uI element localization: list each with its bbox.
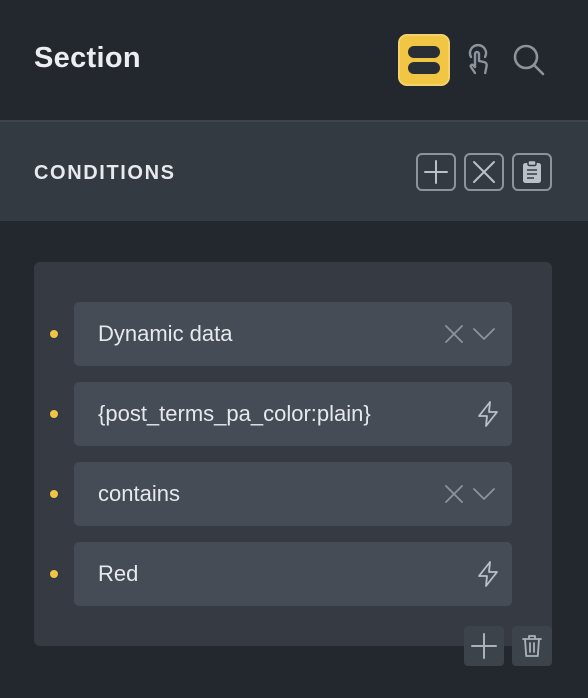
chevron-down-icon[interactable] <box>472 482 496 506</box>
condition-key-select[interactable]: Dynamic data <box>74 302 512 366</box>
paste-conditions-button[interactable] <box>512 153 552 191</box>
compare-value-input[interactable]: Red <box>74 542 512 606</box>
clear-icon[interactable] <box>442 322 466 346</box>
compare-value: Red <box>98 561 139 586</box>
clear-conditions-button[interactable] <box>464 153 504 191</box>
bullet-dot <box>50 330 58 338</box>
condition-row: contains <box>34 462 552 526</box>
delete-group-button[interactable] <box>512 626 552 666</box>
condition-row: {post_terms_pa_color:plain} <box>34 382 552 446</box>
pointer-hand-icon <box>468 44 488 75</box>
condition-row: Red <box>34 542 552 606</box>
bullet-dot <box>50 490 58 498</box>
clear-icon[interactable] <box>442 482 466 506</box>
search-button[interactable] <box>503 34 555 86</box>
condition-group: Dynamic data {post_terms_pa_color:plain}… <box>34 262 552 646</box>
add-condition-row-button[interactable] <box>464 626 504 666</box>
lightning-bolt-icon[interactable] <box>476 401 500 427</box>
stacked-layout-icon <box>408 46 440 74</box>
bullet-dot <box>50 410 58 418</box>
conditions-title: CONDITIONS <box>34 162 176 184</box>
chevron-down-icon[interactable] <box>472 322 496 346</box>
lightning-bolt-icon[interactable] <box>476 561 500 587</box>
dynamic-data-input[interactable]: {post_terms_pa_color:plain} <box>74 382 512 446</box>
x-icon <box>473 161 495 183</box>
condition-key-value: Dynamic data <box>98 321 233 346</box>
condition-row: Dynamic data <box>34 302 552 366</box>
plus-icon <box>424 160 448 184</box>
pointer-button[interactable] <box>452 34 504 86</box>
add-condition-button[interactable] <box>416 153 456 191</box>
search-icon <box>513 44 545 76</box>
panel-title: Section <box>34 42 141 74</box>
bullet-dot <box>50 570 58 578</box>
plus-icon <box>471 633 497 659</box>
compare-operator-value: contains <box>98 481 180 506</box>
dynamic-data-value: {post_terms_pa_color:plain} <box>98 401 371 426</box>
layout-toggle-button[interactable] <box>398 34 450 86</box>
compare-operator-select[interactable]: contains <box>74 462 512 526</box>
clipboard-icon <box>523 160 541 183</box>
trash-icon <box>522 635 542 657</box>
